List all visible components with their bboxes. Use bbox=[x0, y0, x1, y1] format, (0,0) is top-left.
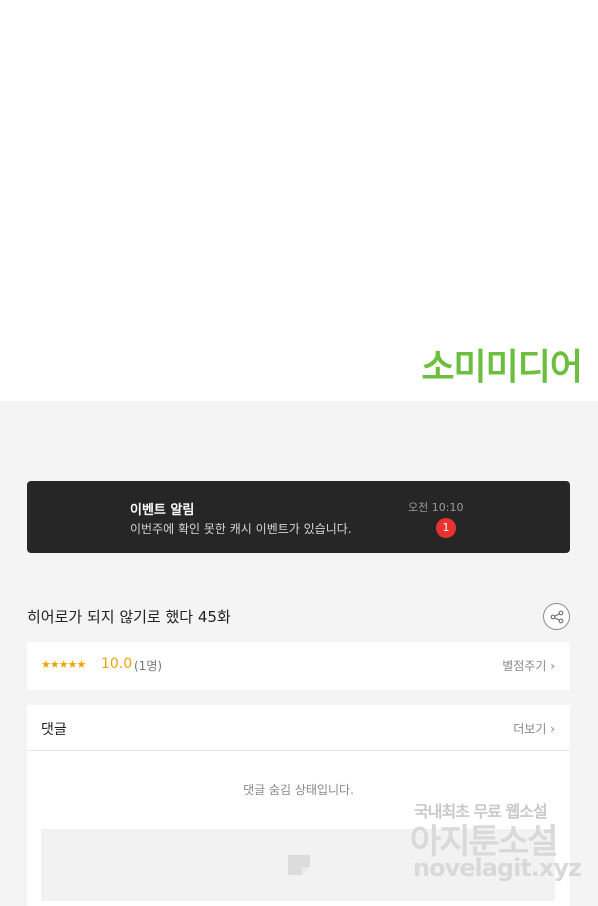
event-notification-banner[interactable]: 이벤트 알림 이번주에 확인 못한 캐시 이벤트가 있습니다. 오전 10:10… bbox=[27, 481, 570, 553]
watermark-line3: novelagit.xyz bbox=[413, 854, 582, 882]
event-count-badge: 1 bbox=[436, 518, 456, 538]
share-button[interactable] bbox=[543, 603, 570, 630]
event-title: 이벤트 알림 bbox=[130, 503, 195, 518]
comic-image-area: 소미미디어 bbox=[0, 0, 598, 401]
rating-card: ★★★★★ 10.0 (1명) 별점주기 › bbox=[27, 642, 570, 690]
rating-count: (1명) bbox=[134, 659, 163, 673]
rating-stars: ★★★★★ bbox=[41, 658, 86, 671]
publisher-logo: 소미미디어 bbox=[421, 347, 583, 388]
comments-header: 댓글 더보기 › bbox=[27, 705, 570, 751]
episode-title: 히어로가 되지 않기로 했다 45화 bbox=[27, 608, 231, 626]
share-icon bbox=[550, 610, 564, 624]
event-time: 오전 10:10 bbox=[408, 501, 464, 514]
image-placeholder-icon bbox=[288, 855, 310, 875]
comments-title: 댓글 bbox=[41, 722, 67, 738]
more-comments-link[interactable]: 더보기 › bbox=[513, 720, 555, 737]
event-message: 이번주에 확인 못한 캐시 이벤트가 있습니다. bbox=[130, 522, 352, 536]
rate-button[interactable]: 별점주기 › bbox=[502, 657, 555, 674]
comments-hidden-notice: 댓글 숨김 상태입니다. bbox=[243, 783, 354, 797]
watermark: 국내최초 무료 웹소설 아지툰소설 novelagit.xyz bbox=[410, 798, 582, 888]
rating-score: 10.0 bbox=[101, 656, 133, 672]
